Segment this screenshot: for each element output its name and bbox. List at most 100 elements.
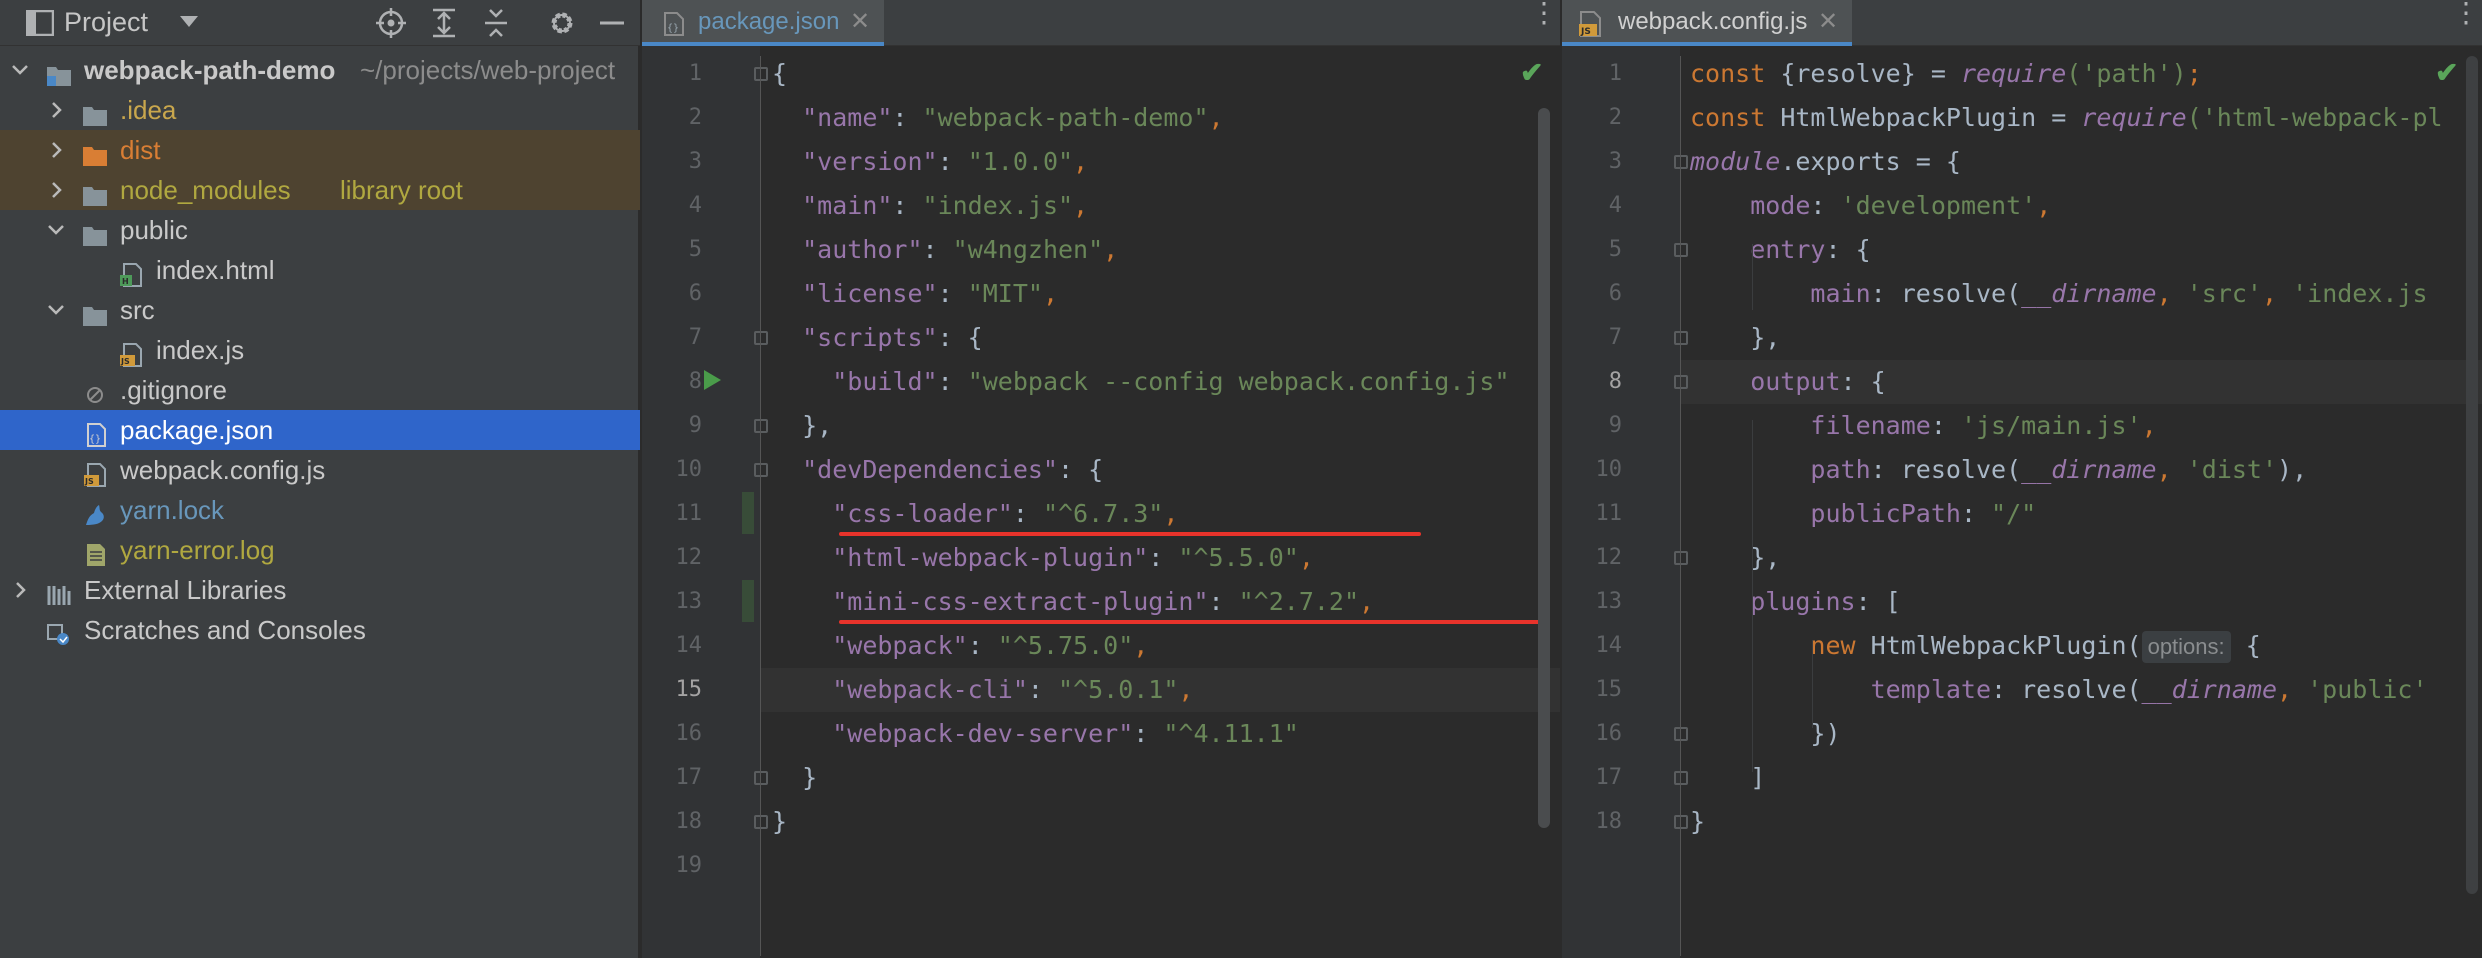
run-gutter-icon[interactable] <box>704 370 721 390</box>
tree-item-yarn-error-log[interactable]: yarn-error.log <box>0 530 640 570</box>
code-line[interactable]: const {resolve} = require('path'); <box>1690 52 2202 96</box>
fold-marker-icon[interactable] <box>1674 375 1688 389</box>
tree-item-src[interactable]: src <box>0 290 640 330</box>
collapse-all-icon[interactable] <box>479 6 513 40</box>
close-icon[interactable]: ✕ <box>1818 7 1838 36</box>
fold-marker-icon[interactable] <box>1674 331 1688 345</box>
code-line[interactable]: ] <box>1690 756 1765 800</box>
tree-item-index-js[interactable]: JS index.js <box>0 330 640 370</box>
line-number[interactable]: 18 <box>1562 800 1623 844</box>
tree-item-dist[interactable]: dist <box>0 130 640 170</box>
code-line[interactable]: "webpack-dev-server": "^4.11.1" <box>772 712 1299 756</box>
line-number[interactable]: 10 <box>1562 448 1623 492</box>
fold-marker-icon[interactable] <box>754 419 768 433</box>
line-number[interactable]: 14 <box>1562 624 1623 668</box>
line-number[interactable]: 16 <box>642 712 703 756</box>
fold-marker-icon[interactable] <box>754 463 768 477</box>
code-line[interactable]: "author": "w4ngzhen", <box>772 228 1118 272</box>
code-line[interactable]: output: { <box>1690 360 1885 404</box>
fold-marker-icon[interactable] <box>754 771 768 785</box>
code-line[interactable]: path: resolve(__dirname, 'dist'), <box>1690 448 2307 492</box>
vcs-change-marker[interactable] <box>742 580 754 622</box>
line-number[interactable]: 12 <box>1562 536 1623 580</box>
line-number[interactable]: 15 <box>642 668 703 712</box>
code-line[interactable]: "webpack-cli": "^5.0.1", <box>772 668 1193 712</box>
line-number[interactable]: 5 <box>1562 228 1622 272</box>
code-line[interactable]: }, <box>1690 536 1780 580</box>
tree-item-scratches-and-consoles[interactable]: Scratches and Consoles <box>0 610 640 650</box>
line-number[interactable]: 11 <box>642 492 703 536</box>
tree-item-webpack-path-demo[interactable]: webpack-path-demo ~/projects/web-project <box>0 50 640 90</box>
code-line[interactable]: plugins: [ <box>1690 580 1901 624</box>
line-number[interactable]: 1 <box>642 52 702 96</box>
more-options-icon[interactable]: ⋮ <box>2452 0 2480 27</box>
line-number[interactable]: 14 <box>642 624 703 668</box>
line-number[interactable]: 8 <box>642 360 702 404</box>
expand-all-icon[interactable] <box>427 6 461 40</box>
line-number[interactable]: 9 <box>642 404 702 448</box>
line-number[interactable]: 17 <box>1562 756 1623 800</box>
vertical-scrollbar[interactable] <box>2466 56 2478 894</box>
code-line[interactable]: "build": "webpack --config webpack.confi… <box>772 360 1509 404</box>
hide-icon[interactable] <box>595 6 629 40</box>
code-line[interactable]: } <box>1690 800 1705 844</box>
line-number[interactable]: 1 <box>1562 52 1622 96</box>
vcs-change-marker[interactable] <box>742 492 754 534</box>
line-number[interactable]: 5 <box>642 228 702 272</box>
line-number[interactable]: 11 <box>1562 492 1623 536</box>
fold-marker-icon[interactable] <box>1674 155 1688 169</box>
code-line[interactable]: } <box>772 756 817 800</box>
code-line[interactable]: "license": "MIT", <box>772 272 1058 316</box>
fold-marker-icon[interactable] <box>754 67 768 81</box>
line-number[interactable]: 2 <box>1562 96 1622 140</box>
tree-item-yarn-lock[interactable]: yarn.lock <box>0 490 640 530</box>
line-number[interactable]: 3 <box>1562 140 1622 184</box>
code-line[interactable]: "css-loader": "^6.7.3", <box>772 492 1178 536</box>
line-number[interactable]: 7 <box>642 316 702 360</box>
view-mode-dropdown-icon[interactable] <box>180 16 198 27</box>
fold-marker-icon[interactable] <box>1674 727 1688 741</box>
line-number[interactable]: 10 <box>642 448 703 492</box>
line-number[interactable]: 4 <box>642 184 702 228</box>
project-title[interactable]: Project <box>64 7 148 38</box>
tree-item-index-html[interactable]: Hindex.html <box>0 250 640 290</box>
close-icon[interactable]: ✕ <box>850 7 870 36</box>
code-line[interactable]: "webpack": "^5.75.0", <box>772 624 1148 668</box>
more-options-icon[interactable]: ⋮ <box>1530 0 1558 27</box>
line-number[interactable]: 13 <box>1562 580 1623 624</box>
code-line[interactable]: new HtmlWebpackPlugin(options: { <box>1690 624 2261 668</box>
tree-item-external-libraries[interactable]: External Libraries <box>0 570 640 610</box>
line-number[interactable]: 3 <box>642 140 702 184</box>
tree-item-node-modules[interactable]: node_modules library root <box>0 170 640 210</box>
code-line[interactable]: const HtmlWebpackPlugin = require('html-… <box>1690 96 2443 140</box>
code-line[interactable]: } <box>772 800 787 844</box>
fold-marker-icon[interactable] <box>1674 815 1688 829</box>
line-number[interactable]: 4 <box>1562 184 1622 228</box>
tree-item-package-json[interactable]: {} package.json <box>0 410 640 450</box>
line-number[interactable]: 16 <box>1562 712 1623 756</box>
tree-item-webpack-config-js[interactable]: JS webpack.config.js <box>0 450 640 490</box>
code-line[interactable]: }, <box>772 404 832 448</box>
fold-marker-icon[interactable] <box>754 815 768 829</box>
fold-marker-icon[interactable] <box>1674 771 1688 785</box>
line-number[interactable]: 19 <box>642 844 703 888</box>
line-number[interactable]: 13 <box>642 580 703 624</box>
code-line[interactable]: "version": "1.0.0", <box>772 140 1088 184</box>
vertical-scrollbar[interactable] <box>1538 108 1550 828</box>
code-line[interactable]: }) <box>1690 712 1840 756</box>
tree-item-idea[interactable]: .idea <box>0 90 640 130</box>
tree-item-public[interactable]: public <box>0 210 640 250</box>
line-number[interactable]: 2 <box>642 96 702 140</box>
code-line[interactable]: { <box>772 52 787 96</box>
code-line[interactable]: "devDependencies": { <box>772 448 1103 492</box>
code-line[interactable]: "main": "index.js", <box>772 184 1088 228</box>
tab-package-json[interactable]: {} package.json ✕ <box>642 0 884 46</box>
line-number[interactable]: 17 <box>642 756 703 800</box>
line-number[interactable]: 6 <box>642 272 702 316</box>
code-line[interactable]: module.exports = { <box>1690 140 1961 184</box>
line-number[interactable]: 9 <box>1562 404 1622 448</box>
code-line[interactable]: publicPath: "/" <box>1690 492 2036 536</box>
code-line[interactable]: filename: 'js/main.js', <box>1690 404 2156 448</box>
line-number[interactable]: 8 <box>1562 360 1622 404</box>
code-line[interactable]: "name": "webpack-path-demo", <box>772 96 1223 140</box>
